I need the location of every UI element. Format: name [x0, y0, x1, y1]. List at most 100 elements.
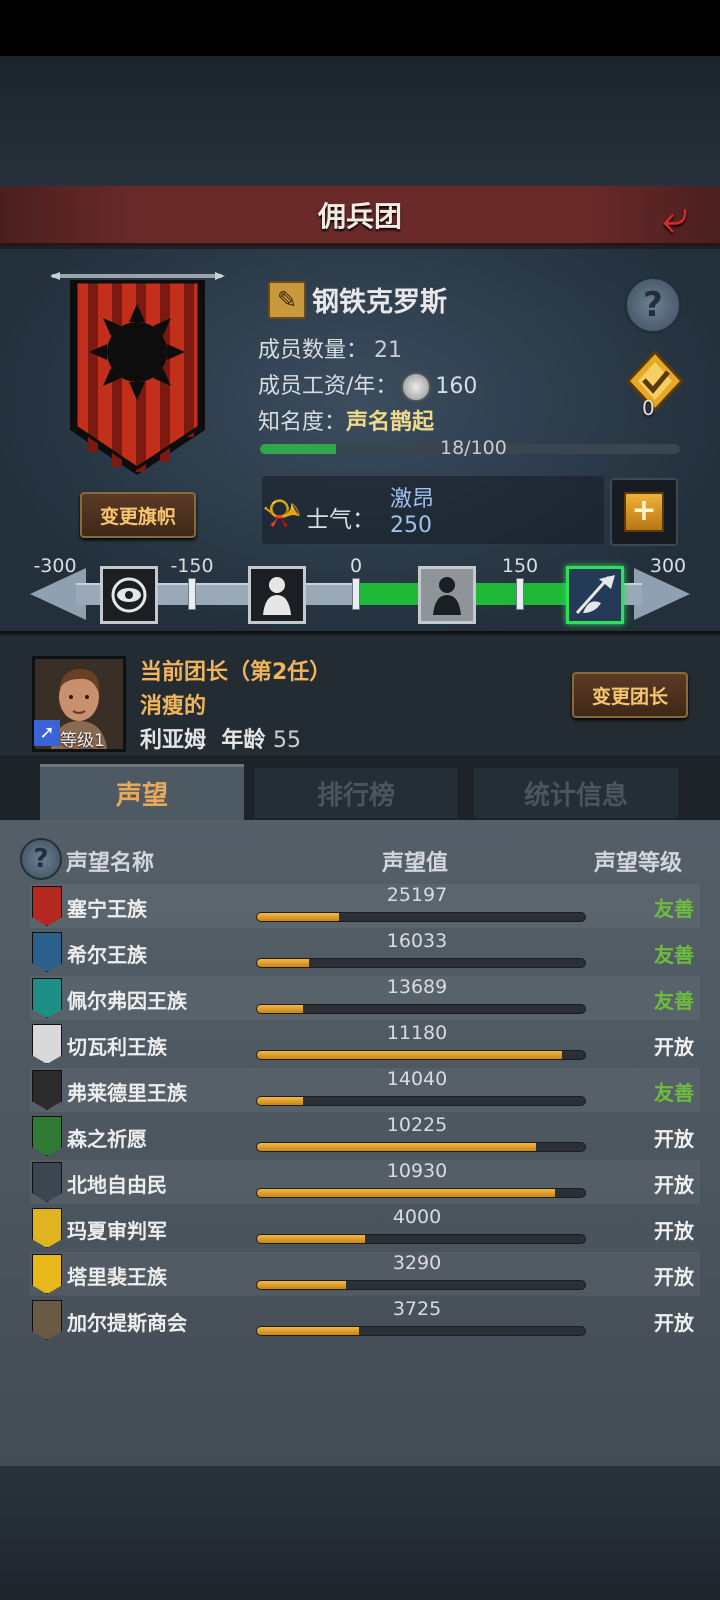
- reputation-bar-fill: [257, 1189, 556, 1197]
- reputation-bar-fill: [257, 1005, 303, 1013]
- horn-icon: 📯: [262, 494, 302, 532]
- reputation-bar: [256, 1280, 586, 1290]
- fame-row: 知名度：声名鹊起: [258, 404, 434, 436]
- faction-emblem-icon: [32, 1070, 62, 1110]
- tab-leaderboard[interactable]: 排行榜: [254, 768, 458, 818]
- add-morale-button[interactable]: +: [610, 478, 678, 546]
- faction-reputation-level: 开放: [654, 1311, 694, 1335]
- back-arrow-icon[interactable]: ⤶: [642, 192, 708, 240]
- plus-icon: +: [624, 492, 664, 532]
- tick-label: -150: [170, 555, 214, 577]
- page-title: 佣兵团: [317, 199, 402, 233]
- status-bar: [0, 0, 720, 56]
- salary-label: 成员工资/年：: [258, 374, 398, 399]
- reputation-bar-fill: [257, 913, 339, 921]
- faction-name: 塔里裴王族: [67, 1265, 167, 1289]
- morale-sad-icon[interactable]: [248, 566, 306, 624]
- list-help-icon[interactable]: ?: [20, 838, 62, 880]
- morale-excited-icon[interactable]: [566, 566, 624, 624]
- leader-title: 当前团长（第2任）: [140, 660, 332, 685]
- faction-reputation-level: 开放: [654, 1127, 694, 1151]
- tick-label: -300: [33, 555, 77, 577]
- reputation-bar: [256, 1050, 586, 1060]
- table-row[interactable]: 森之祈愿 10225 开放: [30, 1114, 700, 1158]
- table-row[interactable]: 北地自由民 10930 开放: [30, 1160, 700, 1204]
- table-row[interactable]: 希尔王族 16033 友善: [30, 930, 700, 974]
- faction-reputation-level: 友善: [654, 989, 694, 1013]
- faction-reputation-value: 10930: [386, 1160, 448, 1182]
- change-leader-button[interactable]: 变更团长: [572, 672, 688, 718]
- reputation-bar: [256, 912, 586, 922]
- faction-reputation-value: 13689: [386, 976, 448, 998]
- morale-tick: [188, 578, 196, 610]
- guild-name-row: ✎ 钢铁克罗斯: [268, 280, 447, 319]
- members-row: 成员数量： 21: [258, 332, 402, 364]
- table-row[interactable]: 玛夏审判军 4000 开放: [30, 1206, 700, 1250]
- morale-value: 250: [390, 513, 432, 538]
- help-icon[interactable]: ?: [624, 276, 682, 334]
- col-header-name: 声望名称: [66, 851, 155, 876]
- faction-reputation-value: 11180: [386, 1022, 448, 1044]
- header-bar: 佣兵团 ⤶: [0, 186, 720, 246]
- fame-value: 声名鹊起: [346, 410, 435, 435]
- faction-reputation-value: 10225: [386, 1114, 448, 1136]
- background-upper: [0, 56, 720, 186]
- reputation-bar: [256, 1096, 586, 1106]
- faction-emblem-icon: [32, 1208, 62, 1248]
- leader-age: 55: [273, 728, 302, 753]
- faction-name: 弗莱德里王族: [67, 1081, 187, 1105]
- faction-name: 森之祈愿: [67, 1127, 147, 1151]
- reputation-bar-fill: [257, 1327, 359, 1335]
- faction-emblem-icon: [32, 978, 62, 1018]
- tab-statistics[interactable]: 统计信息: [474, 768, 678, 818]
- table-row[interactable]: 切瓦利王族 11180 开放: [30, 1022, 700, 1066]
- tab-reputation[interactable]: 声望: [40, 764, 244, 820]
- faction-name: 加尔提斯商会: [67, 1311, 187, 1335]
- faction-reputation-level: 开放: [654, 1219, 694, 1243]
- table-row[interactable]: 塔里裴王族 3290 开放: [30, 1252, 700, 1296]
- table-row[interactable]: 佩尔弗因王族 13689 友善: [30, 976, 700, 1020]
- badge-count: 0: [642, 396, 655, 420]
- reputation-bar-fill: [257, 1143, 536, 1151]
- faction-reputation-value: 16033: [386, 930, 448, 952]
- tick-label: 150: [501, 555, 539, 577]
- faction-name: 北地自由民: [67, 1173, 167, 1197]
- members-label: 成员数量：: [258, 338, 369, 363]
- morale-tick: [352, 578, 360, 610]
- table-row[interactable]: 加尔提斯商会 3725 开放: [30, 1298, 700, 1342]
- table-row[interactable]: 塞宁王族 25197 友善: [30, 884, 700, 928]
- change-flag-button[interactable]: 变更旗帜: [80, 492, 196, 538]
- achievement-badge-icon[interactable]: [624, 349, 686, 413]
- reputation-bar-fill: [257, 1281, 346, 1289]
- tick-label: 300: [649, 555, 687, 577]
- faction-reputation-level: 开放: [654, 1173, 694, 1197]
- fame-label: 知名度：: [258, 410, 347, 435]
- faction-reputation-level: 友善: [654, 943, 694, 967]
- salary-row: 成员工资/年： 160: [258, 368, 477, 402]
- faction-reputation-level: 友善: [654, 1081, 694, 1105]
- faction-reputation-level: 开放: [654, 1265, 694, 1289]
- tick-label: 0: [349, 555, 363, 577]
- leader-name-age: 利亚姆 年龄 55: [140, 722, 301, 754]
- morale-calm-icon[interactable]: [418, 566, 476, 624]
- background-lower: [0, 1466, 720, 1600]
- faction-name: 佩尔弗因王族: [67, 989, 187, 1013]
- faction-emblem-icon: [32, 886, 62, 926]
- table-row[interactable]: 弗莱德里王族 14040 友善: [30, 1068, 700, 1112]
- faction-name: 切瓦利王族: [67, 1035, 167, 1059]
- faction-reputation-level: 友善: [654, 897, 694, 921]
- edit-pen-icon[interactable]: ✎: [268, 280, 306, 319]
- faction-emblem-icon: [32, 1254, 62, 1294]
- faction-emblem-icon: [32, 1300, 62, 1340]
- morale-rebel-icon[interactable]: [100, 566, 158, 624]
- faction-emblem-icon: [32, 1162, 62, 1202]
- faction-emblem-icon: [32, 1116, 62, 1156]
- col-header-value: 声望值: [382, 851, 449, 876]
- faction-name: 玛夏审判军: [67, 1219, 167, 1243]
- faction-name: 希尔王族: [67, 943, 147, 967]
- faction-name: 塞宁王族: [67, 897, 147, 921]
- faction-reputation-value: 14040: [386, 1068, 448, 1090]
- faction-reputation-level: 开放: [654, 1035, 694, 1059]
- faction-reputation-value: 4000: [392, 1206, 442, 1228]
- guild-name: 钢铁克罗斯: [312, 287, 447, 318]
